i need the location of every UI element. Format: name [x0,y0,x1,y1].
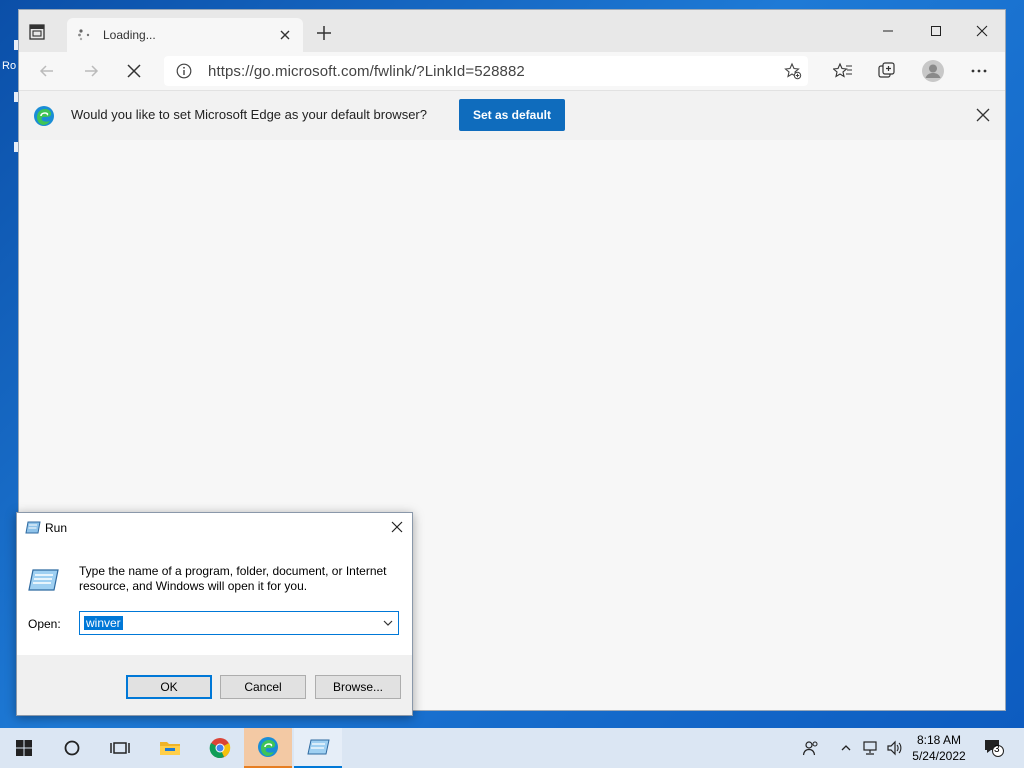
run-footer: OK Cancel Browse... [17,655,412,715]
tab-actions-icon[interactable] [27,22,47,42]
search-circle-icon[interactable] [48,728,96,768]
favorites-icon[interactable] [831,59,855,83]
edge-logo-icon [33,105,55,127]
site-info-icon[interactable] [176,63,192,79]
add-favorite-icon[interactable] [784,62,802,80]
clock-date: 5/24/2022 [912,749,966,763]
show-hidden-icons-chevron-up-icon[interactable] [838,738,854,758]
action-center-icon[interactable]: 3 [982,738,1006,758]
desktop-icon-label-fragment: Ro [2,60,17,72]
run-titlebar[interactable]: Run [17,513,412,543]
open-input-value[interactable]: winver [84,616,123,630]
volume-icon[interactable] [884,738,906,758]
task-view-icon[interactable] [96,728,144,768]
start-windows-icon[interactable] [0,728,48,768]
open-combobox[interactable]: winver [79,611,399,635]
browse-button[interactable]: Browse... [315,675,401,699]
run-taskbar-icon[interactable] [294,728,342,768]
tab-title: Loading... [103,28,156,42]
clock-time: 8:18 AM [916,733,962,747]
run-close-icon[interactable] [390,520,404,534]
profile-avatar-icon[interactable] [921,59,945,83]
run-body: Type the name of a program, folder, docu… [17,543,412,655]
run-dialog: Run Type the name of a program, folder, … [16,512,413,716]
file-explorer-icon[interactable] [146,728,194,768]
run-large-icon [27,569,59,591]
run-app-icon [25,521,41,534]
infobar-close-icon[interactable] [975,107,991,123]
set-as-default-button[interactable]: Set as default [459,99,565,131]
run-title: Run [45,521,68,535]
url-text: https://go.microsoft.com/fwlink/?LinkId=… [208,63,525,80]
address-bar[interactable]: https://go.microsoft.com/fwlink/?LinkId=… [164,56,808,86]
maximize-icon[interactable] [913,16,959,46]
infobar-message: Would you like to set Microsoft Edge as … [71,107,427,122]
open-label: Open: [28,617,61,631]
default-browser-infobar: Would you like to set Microsoft Edge as … [19,90,1005,141]
loading-spinner-icon [77,28,91,42]
people-icon[interactable] [800,738,822,758]
close-window-icon[interactable] [959,16,1005,46]
chrome-icon[interactable] [196,728,244,768]
tab-loading[interactable]: Loading... [67,18,303,52]
browser-toolbar: https://go.microsoft.com/fwlink/?LinkId=… [19,52,1005,90]
taskbar: 8:18 AM 5/24/2022 3 [0,728,1024,768]
edge-taskbar-icon[interactable] [244,728,292,768]
forward-icon[interactable] [79,59,103,83]
new-tab-icon[interactable] [315,24,333,42]
run-description: Type the name of a program, folder, docu… [79,564,387,593]
tab-strip: Loading... [19,10,1005,52]
cancel-button[interactable]: Cancel [220,675,306,699]
back-icon[interactable] [35,59,59,83]
tab-close-icon[interactable] [277,27,293,43]
notification-count-badge: 3 [994,744,1000,755]
settings-more-icon[interactable] [967,59,991,83]
ok-button[interactable]: OK [126,675,212,699]
chevron-down-icon[interactable] [382,617,394,629]
clock[interactable]: 8:18 AM 5/24/2022 [904,732,974,764]
collections-icon[interactable] [875,59,899,83]
minimize-icon[interactable] [865,16,911,46]
stop-loading-icon[interactable] [122,59,146,83]
network-icon[interactable] [860,738,882,758]
